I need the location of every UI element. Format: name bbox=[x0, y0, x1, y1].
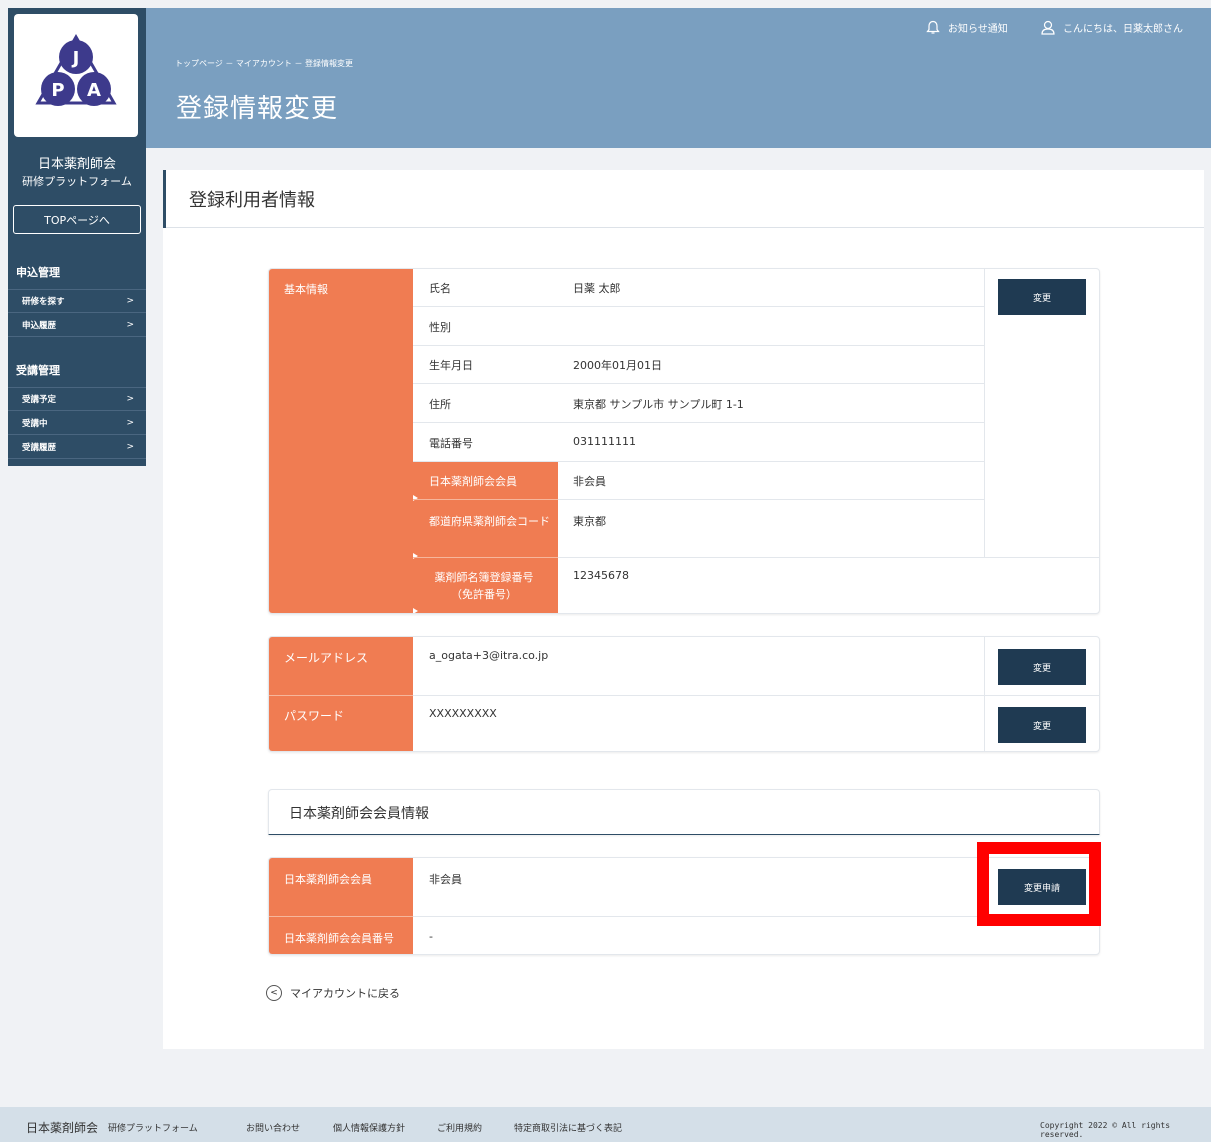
chevron-right-icon: > bbox=[126, 394, 134, 404]
sidebar-item-scheduled[interactable]: 受講予定 > bbox=[8, 387, 146, 411]
jpa-logo-icon: J P A bbox=[35, 33, 117, 106]
member-number-label: 日本薬剤師会会員番号 bbox=[284, 932, 394, 945]
card-title-bar: 登録利用者情報 bbox=[163, 170, 1204, 228]
row-label-birthdate: 生年月日 bbox=[429, 359, 473, 372]
row-notch bbox=[413, 553, 418, 559]
footer-link-contact[interactable]: お問い合わせ bbox=[246, 1121, 300, 1134]
row-divider bbox=[413, 461, 984, 462]
svg-text:J: J bbox=[71, 48, 80, 69]
highlight-annotation bbox=[977, 842, 1101, 926]
page-header: お知らせ通知 こんにちは、日薬太郎さん トップページ － マイアカウント － 登… bbox=[146, 8, 1211, 148]
svg-text:A: A bbox=[87, 80, 101, 101]
footer-link-commercial-law[interactable]: 特定商取引法に基づく表記 bbox=[514, 1121, 622, 1134]
footer-copyright: Copyright 2022 © All rights reserved. bbox=[1040, 1121, 1171, 1139]
row-notch bbox=[413, 608, 418, 613]
bell-icon bbox=[926, 20, 940, 34]
footer-org-sub: 研修プラットフォーム bbox=[108, 1124, 198, 1134]
row-divider bbox=[558, 499, 984, 500]
sidebar-item-label: 受講中 bbox=[22, 418, 48, 429]
row-label-prefecture-code: 都道府県薬剤師会コード bbox=[429, 515, 550, 528]
sidebar-item-in-progress[interactable]: 受講中 > bbox=[8, 411, 146, 435]
row-label-name: 氏名 bbox=[429, 282, 451, 295]
sidebar-section-applications: 申込管理 bbox=[16, 266, 60, 279]
back-to-account-link[interactable]: < マイアカウントに戻る bbox=[266, 985, 400, 1001]
member-info-title: 日本薬剤師会会員情報 bbox=[289, 806, 429, 822]
chevron-right-icon: > bbox=[126, 296, 134, 306]
row-label-jpa-member: 日本薬剤師会会員 bbox=[429, 475, 517, 488]
sidebar: J P A 日本薬剤師会 研修プラットフォーム TOPページへ 申込管理 研修を… bbox=[8, 8, 146, 466]
member-box: 日本薬剤師会会員 非会員 日本薬剤師会会員番号 - 変更申請 bbox=[268, 857, 1100, 955]
member-label: 日本薬剤師会会員 bbox=[284, 873, 372, 886]
sidebar-item-label: 申込履歴 bbox=[22, 320, 57, 331]
sidebar-item-course-history[interactable]: 受講履歴 > bbox=[8, 435, 146, 459]
svg-text:P: P bbox=[51, 80, 64, 101]
row-label-address: 住所 bbox=[429, 398, 451, 411]
basic-info-label: 基本情報 bbox=[284, 283, 328, 296]
row-label-phone: 電話番号 bbox=[429, 437, 473, 450]
sidebar-org-sub: 研修プラットフォーム bbox=[22, 175, 132, 188]
page-footer: 日本薬剤師会 研修プラットフォーム お問い合わせ 個人情報保護方針 ご利用規約 … bbox=[0, 1107, 1211, 1142]
basic-info-header: 基本情報 bbox=[269, 269, 413, 613]
row-divider bbox=[413, 557, 558, 558]
password-change-button[interactable]: 変更 bbox=[998, 707, 1086, 743]
notifications-link[interactable]: お知らせ通知 bbox=[926, 20, 1008, 35]
row-divider bbox=[269, 695, 413, 696]
sidebar-item-search-training[interactable]: 研修を探す > bbox=[8, 289, 146, 313]
row-value-phone: 031111111 bbox=[573, 435, 636, 448]
member-value: 非会員 bbox=[429, 873, 462, 886]
sidebar-item-application-history[interactable]: 申込履歴 > bbox=[8, 313, 146, 337]
top-page-button[interactable]: TOPページへ bbox=[13, 205, 141, 234]
email-value: a_ogata+3@itra.co.jp bbox=[429, 649, 549, 662]
back-link-label: マイアカウントに戻る bbox=[290, 987, 400, 1000]
password-label: パスワード bbox=[284, 709, 345, 723]
row-divider bbox=[413, 383, 984, 384]
row-value-jpa-member: 非会員 bbox=[573, 475, 606, 488]
sidebar-item-label: 研修を探す bbox=[22, 297, 65, 307]
chevron-left-icon: < bbox=[266, 985, 282, 1001]
button-column-divider bbox=[984, 637, 985, 751]
notifications-label: お知らせ通知 bbox=[948, 24, 1008, 35]
basic-info-box: 基本情報 氏名 性別 生年月日 住所 電話番号 日本薬剤師会会員 都道府県薬剤師… bbox=[268, 268, 1100, 614]
account-box: メールアドレス a_ogata+3@itra.co.jp 変更 パスワード XX… bbox=[268, 636, 1100, 752]
row-value-name: 日薬 太郎 bbox=[573, 282, 621, 295]
chevron-right-icon: > bbox=[126, 319, 134, 330]
row-label-gender: 性別 bbox=[429, 321, 451, 334]
basic-info-change-button[interactable]: 変更 bbox=[998, 279, 1086, 315]
email-label: メールアドレス bbox=[284, 651, 369, 665]
sidebar-item-label: 受講履歴 bbox=[22, 442, 57, 453]
row-divider bbox=[413, 695, 1099, 696]
footer-link-privacy[interactable]: 個人情報保護方針 bbox=[333, 1121, 405, 1134]
logo[interactable]: J P A bbox=[14, 14, 138, 137]
page-title: 登録情報変更 bbox=[176, 94, 339, 124]
row-value-license-number: 12345678 bbox=[573, 569, 629, 582]
sidebar-section-courses: 受講管理 bbox=[16, 364, 60, 377]
sidebar-org-name: 日本薬剤師会 bbox=[37, 157, 116, 172]
row-value-address: 東京都 サンプル市 サンプル町 1-1 bbox=[573, 398, 744, 411]
member-number-value: - bbox=[429, 930, 433, 943]
row-value-prefecture-code: 東京都 bbox=[573, 515, 606, 528]
user-greeting[interactable]: こんにちは、日薬太郎さん bbox=[1041, 20, 1183, 35]
chevron-right-icon: > bbox=[126, 417, 134, 428]
sidebar-item-label: 受講予定 bbox=[22, 395, 57, 405]
row-notch bbox=[413, 495, 418, 501]
footer-link-terms[interactable]: ご利用規約 bbox=[437, 1121, 482, 1134]
breadcrumb[interactable]: トップページ － マイアカウント － 登録情報変更 bbox=[175, 58, 353, 69]
row-label-license-number: 薬剤師名簿登録番号（免許番号） bbox=[434, 571, 534, 601]
row-divider bbox=[413, 345, 984, 346]
member-info-title-bar: 日本薬剤師会会員情報 bbox=[268, 789, 1100, 835]
email-change-button[interactable]: 変更 bbox=[998, 649, 1086, 685]
row-divider bbox=[413, 422, 984, 423]
greeting-label: こんにちは、日薬太郎さん bbox=[1063, 24, 1183, 35]
row-divider bbox=[269, 916, 413, 917]
row-divider bbox=[558, 557, 1099, 558]
chevron-right-icon: > bbox=[126, 441, 134, 452]
button-column-divider bbox=[984, 269, 985, 557]
footer-org-name: 日本薬剤師会 bbox=[26, 1121, 99, 1135]
card-title: 登録利用者情報 bbox=[189, 190, 315, 211]
user-icon bbox=[1041, 20, 1055, 35]
row-value-birthdate: 2000年01月01日 bbox=[573, 359, 662, 372]
password-value: XXXXXXXXX bbox=[429, 707, 497, 720]
title-accent-bar bbox=[163, 170, 166, 228]
row-divider bbox=[413, 306, 984, 307]
